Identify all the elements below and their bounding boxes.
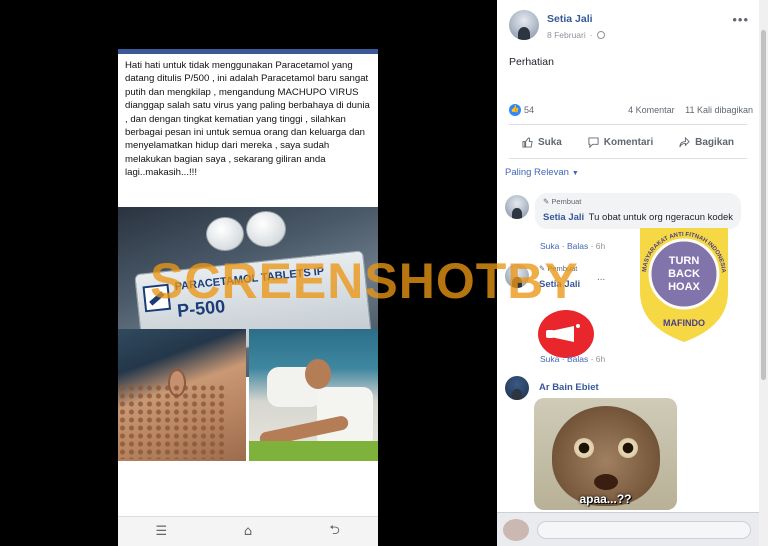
post-author[interactable]: Setia Jali: [547, 13, 593, 25]
turn-back-hoax-badge: TURN BACK HOAX MASYARAKAT ANTI FITNAH IN…: [640, 228, 728, 342]
share-count[interactable]: 11 Kali dibagikan: [685, 105, 753, 115]
megaphone-sticker: [538, 310, 594, 358]
image-top-bar: [118, 49, 378, 54]
monkey-eye: [574, 438, 594, 458]
android-nav-bar: ☰ ⌂ ⮌: [118, 516, 378, 546]
monkey-eye: [618, 438, 638, 458]
scrollbar-thumb[interactable]: [761, 30, 766, 380]
blanket: [249, 441, 378, 461]
post-meta: 8 Februari ·: [547, 30, 605, 40]
skin-bumps: [118, 384, 228, 459]
comment-options-icon[interactable]: ...: [597, 272, 605, 283]
comment-reply-link[interactable]: Balas: [567, 354, 588, 364]
composer-avatar: [503, 519, 529, 541]
share-label: Bagikan: [695, 136, 735, 148]
author-badge-label: Pembuat: [551, 197, 582, 206]
comment-author[interactable]: Ar Bain Ebiet: [539, 382, 599, 393]
comment-sort-dropdown[interactable]: Paling Relevan ▼: [505, 167, 579, 178]
separator-dot: ·: [589, 30, 593, 40]
monkey-mouth: [594, 474, 618, 490]
monkey-meme-sticker: apaa...??: [534, 398, 677, 510]
post-text: Perhatian: [509, 56, 554, 68]
comment-count[interactable]: 4 Komentar: [628, 105, 675, 115]
comment-like-link[interactable]: Suka: [540, 241, 559, 251]
commenter-avatar[interactable]: [505, 195, 529, 219]
skin-rash-photo: [118, 329, 246, 461]
comment-icon: [588, 136, 599, 148]
home-icon[interactable]: ⌂: [238, 524, 258, 540]
comment-reply-link[interactable]: Balas: [567, 241, 588, 251]
comment-composer: [497, 512, 759, 546]
like-button[interactable]: Suka: [522, 137, 562, 148]
like-count[interactable]: 54: [524, 105, 534, 115]
megaphone-horn: [552, 326, 574, 342]
reactions-row: 👍 54 4 Komentar 11 Kali dibagikan: [509, 104, 755, 118]
post-header: Setia Jali 8 Februari · •••: [509, 10, 749, 44]
author-avatar[interactable]: [509, 10, 539, 40]
more-options-icon[interactable]: •••: [732, 12, 749, 27]
comment-time[interactable]: 6h: [596, 241, 605, 251]
globe-icon: [596, 31, 605, 39]
pill: [206, 217, 244, 251]
comment-author[interactable]: Setia Jali: [543, 212, 584, 223]
divider: [509, 124, 747, 125]
author-badge: ✎ Pembuat: [543, 197, 582, 206]
post-stats: 4 Komentar 11 Kali dibagikan: [620, 105, 753, 115]
hospital-patient-photo: [249, 329, 378, 461]
watermark: SCREENSHOTBY: [150, 253, 579, 309]
comment-like-link[interactable]: Suka: [540, 354, 559, 364]
recent-apps-icon[interactable]: ☰: [151, 524, 171, 540]
hoax-badge-line2: BACK: [668, 268, 700, 280]
post-date[interactable]: 8 Februari: [547, 30, 586, 40]
back-icon[interactable]: ⮌: [325, 523, 345, 540]
hoax-badge-bottom: MAFINDO: [663, 318, 705, 328]
hoax-badge-line1: TURN: [669, 255, 700, 267]
comment-button[interactable]: Komentari: [588, 137, 653, 148]
pill: [246, 211, 286, 247]
like-reaction-icon: 👍: [509, 104, 521, 116]
screenshot-root: Hati hati untuk tidak menggunakan Parace…: [0, 0, 768, 546]
comment-input[interactable]: [537, 521, 751, 539]
megaphone-spark: [576, 324, 580, 328]
chevron-down-icon: ▼: [571, 170, 579, 177]
thumbs-up-icon: [522, 136, 533, 148]
comment-time[interactable]: 6h: [596, 354, 605, 364]
post-actions: Suka Komentari Bagikan: [509, 130, 747, 154]
like-label: Suka: [537, 136, 562, 148]
share-button[interactable]: Bagikan: [679, 136, 735, 148]
comment-actions: Suka · Balas · 6h: [540, 354, 606, 364]
meme-caption: apaa...??: [579, 492, 632, 506]
commenter-avatar[interactable]: [505, 376, 529, 400]
hoax-badge-line3: HOAX: [668, 281, 700, 293]
hoax-warning-text: Hati hati untuk tidak menggunakan Parace…: [125, 60, 370, 179]
divider: [509, 158, 747, 159]
comment-actions: Suka · Balas · 6h: [540, 241, 606, 251]
comment-sort-label: Paling Relevan: [505, 167, 569, 178]
comment-label: Komentari: [603, 136, 654, 148]
monkey-head: [552, 406, 660, 506]
patient-face: [305, 359, 331, 389]
share-icon: [679, 136, 690, 147]
